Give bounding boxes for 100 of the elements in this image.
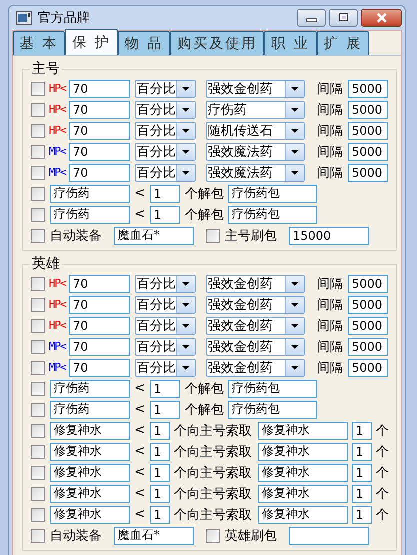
input-field[interactable]: 5000 [348,338,388,356]
maximize-button[interactable] [329,9,358,27]
input-field[interactable]: 修复神水 [50,484,130,502]
checkbox[interactable] [31,144,45,158]
checkbox[interactable] [31,208,45,222]
input-field[interactable]: 疗伤药包 [228,206,317,224]
input-field[interactable]: 疗伤药 [50,400,130,418]
input-field[interactable]: 疗伤药 [50,380,130,398]
input-field[interactable]: 疗伤药 [50,206,130,224]
dropdown[interactable]: 百分比 [135,296,196,314]
input-field[interactable]: 70 [69,100,130,118]
checkbox[interactable] [31,402,45,416]
checkbox[interactable] [31,486,45,500]
tab[interactable]: 购买及使用 [170,31,264,55]
checkbox[interactable] [31,298,45,312]
input-field[interactable]: 1 [150,442,170,460]
tab[interactable]: 职 业 [264,31,317,55]
checkbox[interactable] [31,382,45,396]
dropdown[interactable]: 百分比 [135,142,196,160]
checkbox[interactable] [31,186,45,200]
input-field[interactable]: 5000 [348,316,388,334]
input-field[interactable]: 5000 [348,100,388,118]
tab[interactable]: 物 品 [118,31,170,55]
input-field[interactable]: 魔血石* [114,226,194,244]
input-field[interactable]: 魔血石* [114,526,194,544]
tab[interactable]: 扩 展 [316,31,370,55]
checkbox[interactable] [31,444,45,458]
input-field[interactable]: 1 [150,400,180,418]
checkbox[interactable] [31,276,45,290]
checkbox[interactable] [31,318,45,332]
input-field[interactable]: 疗伤药 [50,184,130,202]
checkbox[interactable] [206,528,220,542]
input-field[interactable]: 1 [352,506,372,524]
dropdown[interactable]: 百分比 [135,358,196,376]
input-field[interactable]: 1 [352,422,372,440]
checkbox[interactable] [31,228,45,242]
input-field[interactable]: 修复神水 [50,506,130,524]
minimize-button[interactable] [297,9,326,27]
input-field[interactable]: 70 [69,122,130,140]
input-field[interactable]: 70 [69,358,130,376]
dropdown[interactable]: 百分比 [135,80,196,98]
dropdown[interactable]: 强效金创药 [206,80,305,98]
input-field[interactable]: 70 [69,274,130,292]
input-field[interactable]: 15000 [289,226,369,244]
input-field[interactable]: 5000 [348,80,388,98]
dropdown[interactable]: 随机传送石 [206,122,305,140]
dropdown[interactable]: 百分比 [135,164,196,182]
input-field[interactable]: 修复神水 [50,422,130,440]
checkbox[interactable] [206,228,220,242]
input-field[interactable]: 1 [150,206,180,224]
input-field[interactable]: 70 [69,338,130,356]
checkbox[interactable] [31,466,45,480]
input-field[interactable]: 5000 [348,122,388,140]
input-field[interactable]: 疗伤药包 [228,184,317,202]
dropdown[interactable]: 强效金创药 [206,316,305,334]
input-field[interactable]: 1 [352,484,372,502]
input-field[interactable]: 疗伤药包 [228,380,317,398]
input-field[interactable]: 5000 [348,164,388,182]
input-field[interactable]: 70 [69,80,130,98]
tab[interactable]: 基 本 [13,31,66,55]
input-field[interactable]: 修复神水 [258,506,348,524]
input-field[interactable]: 修复神水 [258,442,348,460]
input-field[interactable]: 修复神水 [50,464,130,482]
dropdown[interactable]: 百分比 [135,274,196,292]
dropdown[interactable]: 百分比 [135,316,196,334]
input-field[interactable]: 1 [352,464,372,482]
input-field[interactable]: 修复神水 [258,422,348,440]
input-field[interactable]: 1 [150,506,170,524]
input-field[interactable]: 修复神水 [258,464,348,482]
checkbox[interactable] [31,508,45,522]
input-field[interactable]: 5000 [348,358,388,376]
dropdown[interactable]: 强效金创药 [206,338,305,356]
dropdown[interactable]: 强效金创药 [206,358,305,376]
checkbox[interactable] [31,166,45,180]
dropdown[interactable]: 强效金创药 [206,296,305,314]
checkbox[interactable] [31,340,45,354]
input-field[interactable]: 5000 [348,274,388,292]
input-field[interactable]: 疗伤药包 [228,400,317,418]
checkbox[interactable] [31,360,45,374]
input-field[interactable]: 1 [150,484,170,502]
checkbox[interactable] [31,424,45,438]
input-field[interactable]: 修复神水 [50,442,130,460]
input-field[interactable]: 1 [150,184,180,202]
input-field[interactable]: 70 [69,296,130,314]
input-field[interactable]: 1 [150,380,180,398]
dropdown[interactable]: 百分比 [135,100,196,118]
dropdown[interactable]: 强效魔法药 [206,142,305,160]
input-field[interactable]: 1 [150,422,170,440]
input-field[interactable]: 1 [352,442,372,460]
dropdown[interactable]: 强效金创药 [206,274,305,292]
checkbox[interactable] [31,102,45,116]
input-field[interactable]: 1 [150,464,170,482]
input-field[interactable]: 5000 [348,142,388,160]
input-field[interactable]: 70 [69,316,130,334]
tab[interactable]: 保 护 [65,29,118,55]
checkbox[interactable] [31,124,45,138]
input-field[interactable]: 修复神水 [258,484,348,502]
input-field[interactable]: 70 [69,164,130,182]
checkbox[interactable] [31,82,45,96]
close-button[interactable] [361,9,402,27]
